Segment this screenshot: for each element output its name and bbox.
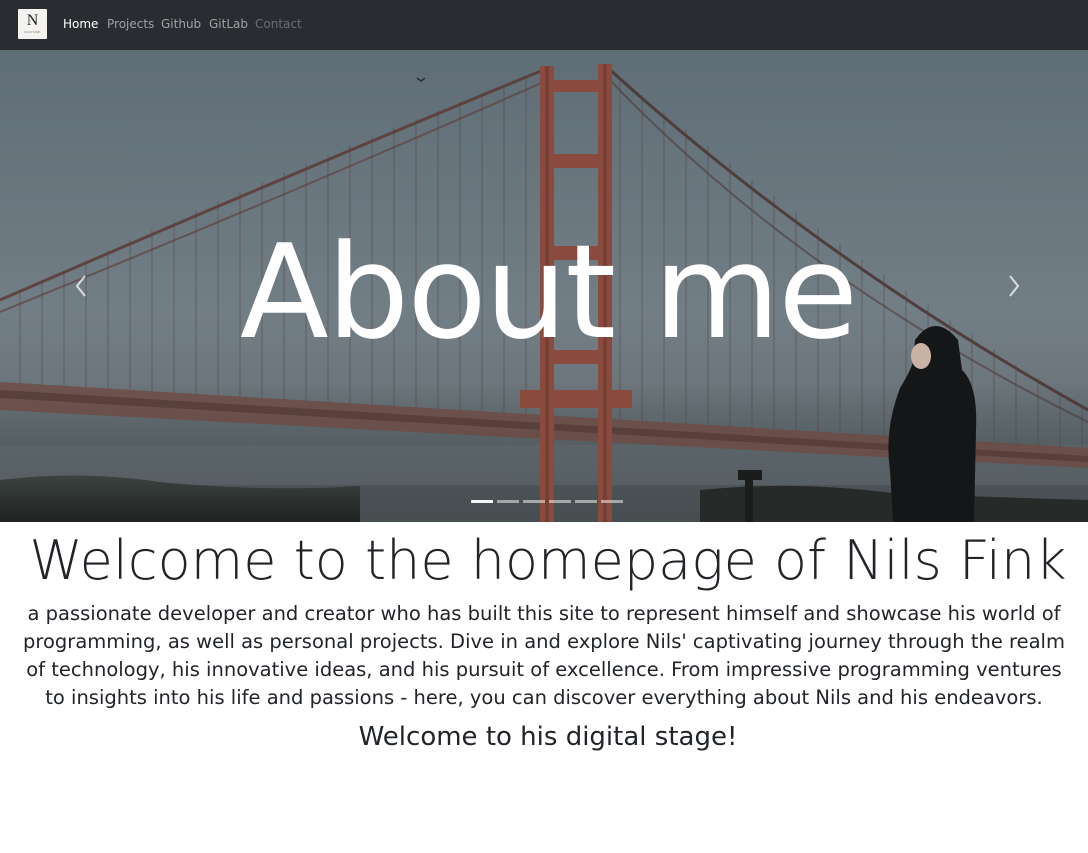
welcome-heading: Welcome to the homepage of Nils Fink [29, 529, 1067, 592]
intro-line: programming, as well as personal project… [23, 630, 1065, 653]
carousel-indicator-1[interactable] [471, 500, 493, 503]
carousel-indicator-5[interactable] [575, 500, 597, 503]
intro-line: of technology, his innovative ideas, and… [26, 658, 1062, 681]
hero-carousel: About me [0, 50, 1088, 522]
intro-line: a passionate developer and creator who h… [27, 602, 1061, 625]
hero-title: About me [239, 216, 858, 368]
brand-logo-letter: N [26, 12, 39, 29]
carousel-next-button[interactable] [999, 270, 1029, 302]
chevron-left-icon [75, 275, 86, 297]
navbar: N NILS FINK Home Projects Github GitLab … [0, 0, 1088, 50]
nav-link-github[interactable]: Github [161, 16, 201, 33]
nav-link-home[interactable]: Home [63, 16, 98, 33]
chevron-right-icon [1009, 275, 1020, 297]
brand-logo-subtext: NILS FINK [24, 30, 41, 34]
nav-link-contact: Contact [255, 17, 302, 31]
nav-link-projects[interactable]: Projects [107, 16, 154, 33]
nav-link-gitlab[interactable]: GitLab [209, 16, 248, 33]
brand-logo[interactable]: N NILS FINK [18, 9, 47, 39]
carousel-indicator-3[interactable] [523, 500, 545, 503]
carousel-indicator-2[interactable] [497, 500, 519, 503]
intro-line: to insights into his life and passions -… [45, 686, 1043, 709]
carousel-indicator-4[interactable] [549, 500, 571, 503]
intro-paragraph: a passionate developer and creator who h… [0, 600, 1088, 712]
closing-heading: Welcome to his digital stage! [358, 722, 738, 752]
carousel-prev-button[interactable] [67, 270, 97, 302]
carousel-indicator-6[interactable] [601, 500, 623, 503]
